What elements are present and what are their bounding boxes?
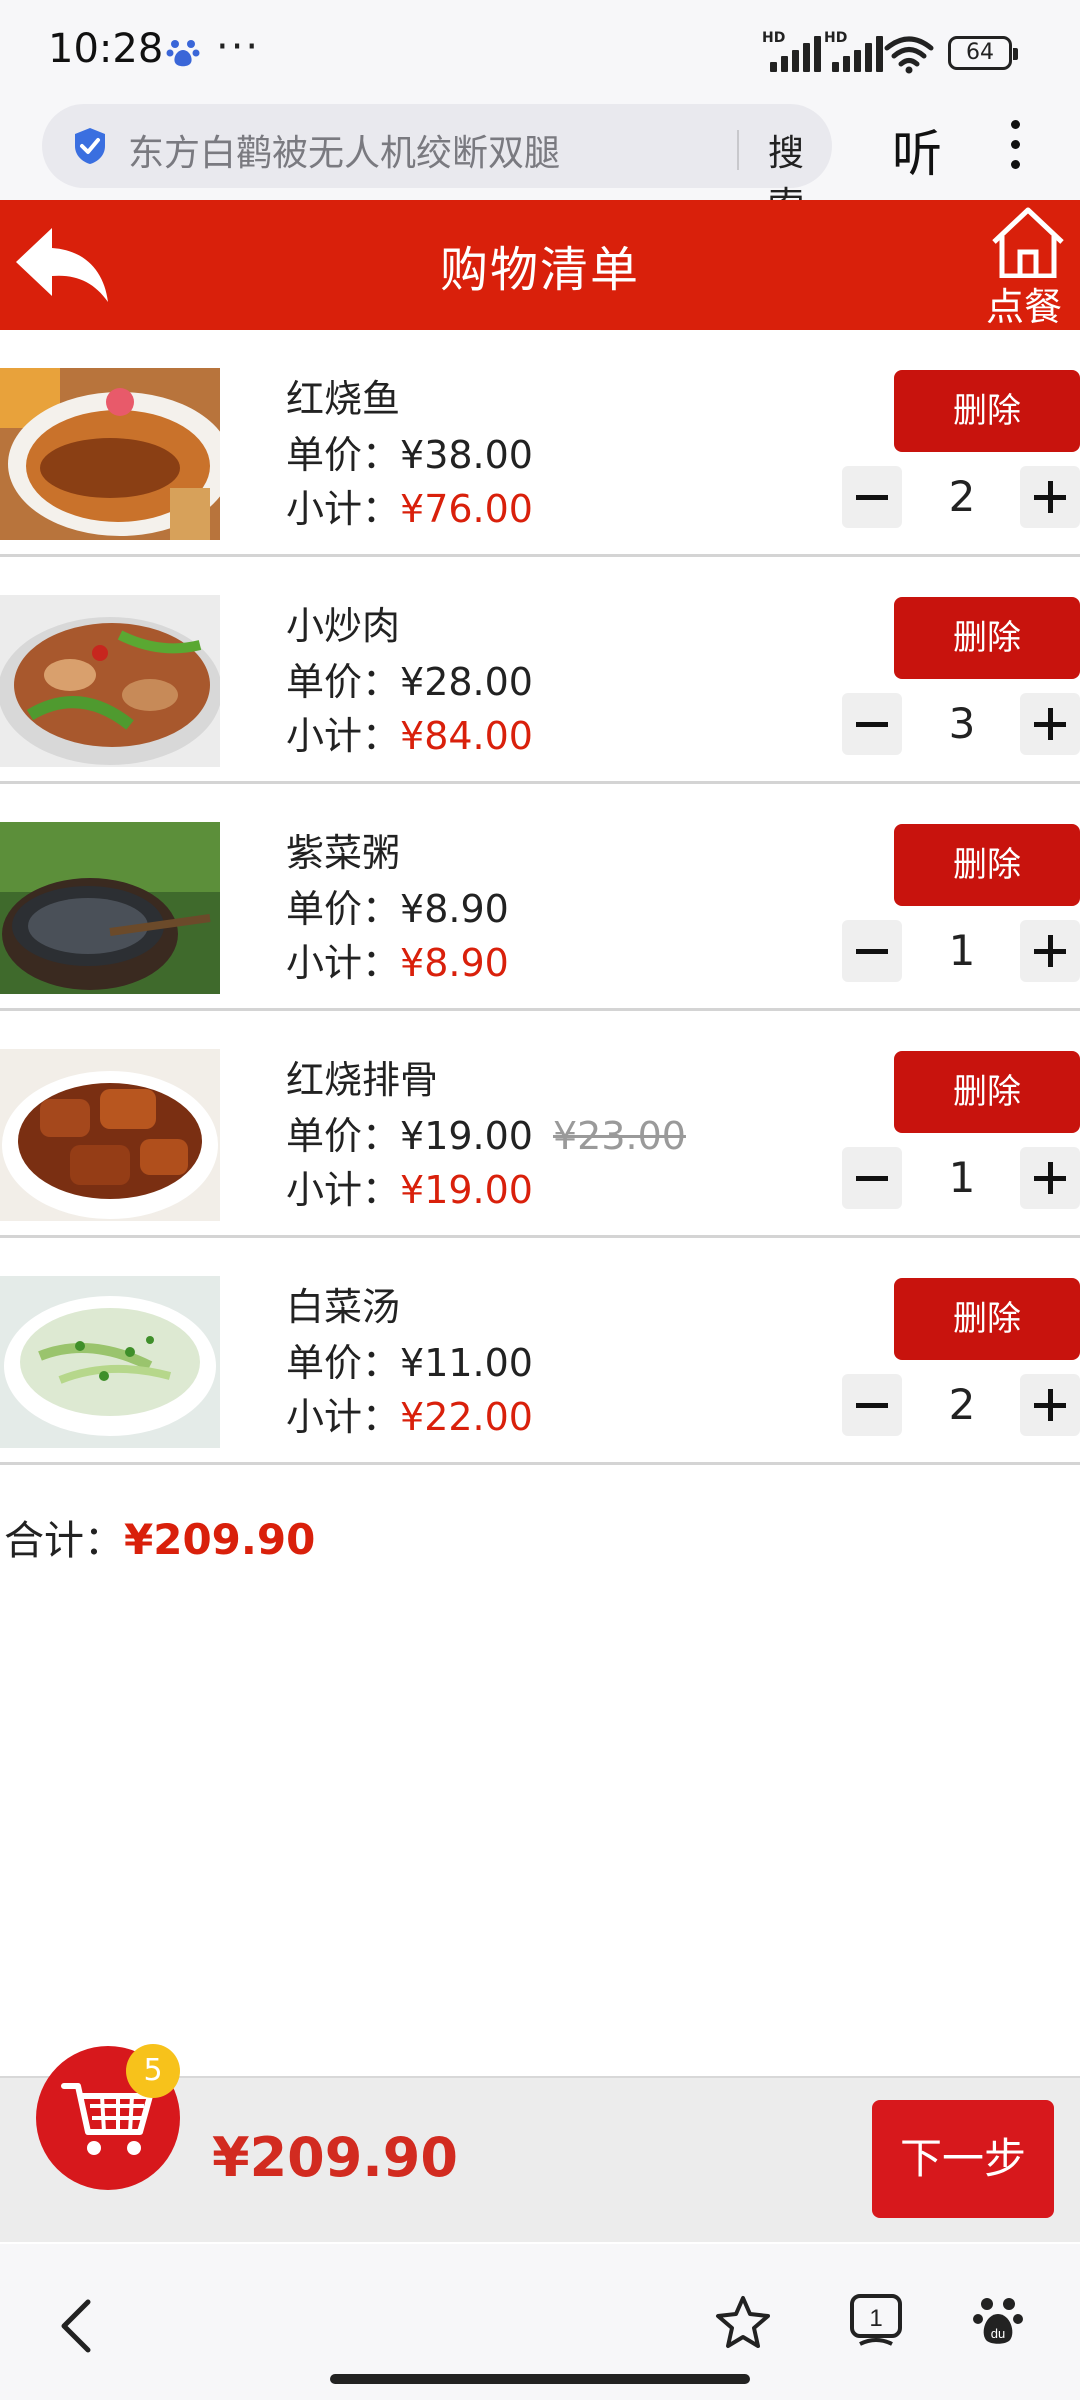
signal-icon: HD <box>762 30 824 72</box>
more-dots: ··· <box>216 24 261 70</box>
baidu-paw-icon <box>166 40 200 67</box>
dish-name: 小炒肉 <box>286 604 401 648</box>
dish-image <box>0 368 220 540</box>
quantity-value: 2 <box>948 472 976 521</box>
dish-image <box>0 595 220 767</box>
page-header: 购物清单 点餐 <box>0 200 1080 330</box>
delete-button[interactable]: 删除 <box>894 370 1080 452</box>
plus-button[interactable] <box>1020 693 1080 755</box>
cart-item: 白菜汤 单价：¥11.00 小计：¥22.00 删除 2 <box>0 1238 1080 1465</box>
subtotal: 小计：¥8.90 <box>286 941 509 985</box>
unit-price: 单价：¥11.00 <box>286 1341 533 1385</box>
unit-price: 单价：¥19.00 ¥23.00 <box>286 1114 686 1158</box>
dish-image <box>0 1049 220 1221</box>
unit-price: 单价：¥8.90 <box>286 887 509 931</box>
more-icon[interactable] <box>1000 120 1030 176</box>
dish-image <box>0 822 220 994</box>
delete-button[interactable]: 删除 <box>894 597 1080 679</box>
unit-price: 单价：¥28.00 <box>286 660 533 704</box>
tabs-icon[interactable]: 1 <box>848 2292 904 2350</box>
total-value: ¥209.90 <box>124 1515 316 1564</box>
price-value: ¥28.00 <box>400 660 533 704</box>
home-indicator <box>330 2374 750 2384</box>
price-value: ¥8.90 <box>400 887 509 931</box>
star-icon[interactable] <box>714 2294 772 2350</box>
search-input[interactable]: 东方白鹳被无人机绞断双腿 <box>128 124 560 176</box>
subtotal: 小计：¥76.00 <box>286 487 533 531</box>
unit-price: 单价：¥38.00 <box>286 433 533 477</box>
subtotal-value: ¥19.00 <box>400 1168 533 1212</box>
cart-item: 小炒肉 单价：¥28.00 小计：¥84.00 删除 3 <box>0 557 1080 784</box>
page-title: 购物清单 <box>439 242 640 298</box>
cart-item: 红烧排骨 单价：¥19.00 ¥23.00 小计：¥19.00 删除 1 <box>0 1011 1080 1238</box>
battery-icon: 64 <box>948 36 1018 70</box>
delete-button[interactable]: 删除 <box>894 1278 1080 1360</box>
subtotal: 小计：¥19.00 <box>286 1168 533 1212</box>
listen-button[interactable]: 听 <box>892 114 942 186</box>
quantity-value: 1 <box>948 1153 976 1202</box>
svg-text:1: 1 <box>869 2305 882 2332</box>
dish-name: 白菜汤 <box>286 1285 401 1329</box>
search-bar[interactable]: 东方白鹳被无人机绞断双腿 搜索 <box>42 104 832 226</box>
subtotal: 小计：¥84.00 <box>286 714 533 758</box>
dish-name: 红烧鱼 <box>286 377 401 421</box>
order-total: 合计：¥209.90 <box>4 1515 316 1564</box>
divider <box>737 130 739 170</box>
cart-total: ¥209.90 <box>212 2126 458 2189</box>
quantity-value: 1 <box>948 926 976 975</box>
plus-button[interactable] <box>1020 1374 1080 1436</box>
minus-button[interactable] <box>842 466 902 528</box>
subtotal-value: ¥8.90 <box>400 941 509 985</box>
plus-button[interactable] <box>1020 920 1080 982</box>
minus-button[interactable] <box>842 920 902 982</box>
home-button[interactable]: 点餐 <box>984 200 1074 330</box>
price-value: ¥11.00 <box>400 1341 533 1385</box>
subtotal-value: ¥76.00 <box>400 487 533 531</box>
cart-item: 红烧鱼 单价：¥38.00 小计：¥76.00 删除 2 <box>0 330 1080 557</box>
signal-icon: HD <box>824 30 886 72</box>
shield-icon <box>75 128 105 164</box>
subtotal-value: ¥84.00 <box>400 714 533 758</box>
cart-count-badge: 5 <box>126 2044 180 2098</box>
back-icon[interactable] <box>56 2296 96 2356</box>
next-step-button[interactable]: 下一步 <box>872 2100 1054 2218</box>
plus-button[interactable] <box>1020 1147 1080 1209</box>
cart-item: 紫菜粥 单价：¥8.90 小计：¥8.90 删除 1 <box>0 784 1080 1011</box>
dish-name: 紫菜粥 <box>286 831 401 875</box>
minus-button[interactable] <box>842 693 902 755</box>
quantity-value: 2 <box>948 1380 976 1429</box>
quantity-value: 3 <box>948 699 976 748</box>
dish-name: 红烧排骨 <box>286 1058 439 1102</box>
wifi-icon <box>884 36 934 74</box>
plus-button[interactable] <box>1020 466 1080 528</box>
subtotal: 小计：¥22.00 <box>286 1395 533 1439</box>
delete-button[interactable]: 删除 <box>894 1051 1080 1133</box>
svg-text:du: du <box>991 2326 1005 2341</box>
minus-button[interactable] <box>842 1374 902 1436</box>
baidu-paw-icon[interactable]: du <box>972 2292 1024 2348</box>
status-bar: 10:28 ··· HD HD 64 <box>0 0 1080 100</box>
home-label: 点餐 <box>986 285 1063 329</box>
dish-image <box>0 1276 220 1448</box>
home-icon <box>992 207 1064 278</box>
browser-bottom-nav: 1 du <box>0 2244 1080 2400</box>
minus-button[interactable] <box>842 1147 902 1209</box>
subtotal-value: ¥22.00 <box>400 1395 533 1439</box>
status-time: 10:28 <box>48 26 164 72</box>
price-value: ¥19.00 <box>400 1114 533 1158</box>
delete-button[interactable]: 删除 <box>894 824 1080 906</box>
browser-bar: 东方白鹳被无人机绞断双腿 搜索 听 <box>0 100 1080 226</box>
price-value: ¥38.00 <box>400 433 533 477</box>
original-price: ¥23.00 <box>552 1114 686 1158</box>
